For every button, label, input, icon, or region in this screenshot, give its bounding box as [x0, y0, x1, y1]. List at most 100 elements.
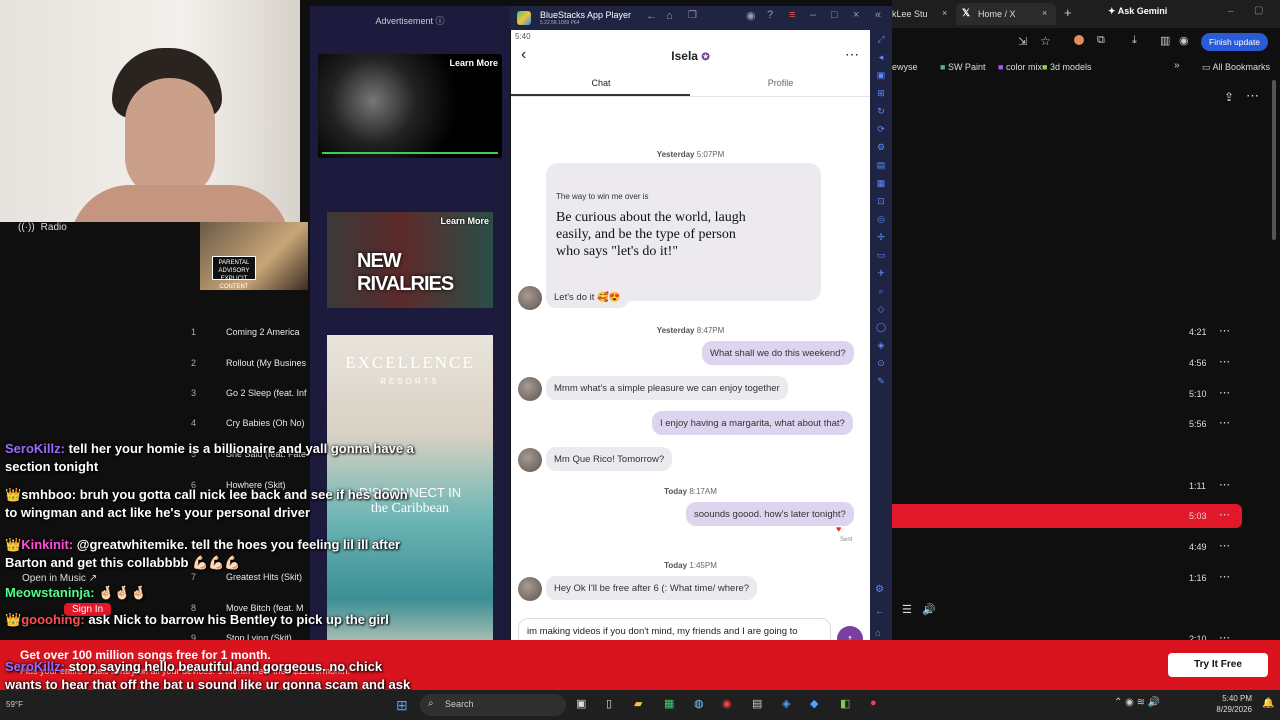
bookmarks-overflow-icon[interactable]: » — [1174, 60, 1180, 71]
app-icon[interactable]: ● — [870, 697, 877, 709]
windows-start-icon[interactable]: ⊞ — [396, 697, 408, 714]
contact-header[interactable]: Isela ✪ — [511, 49, 870, 63]
edit-icon[interactable]: ✎ — [877, 376, 885, 387]
volume-icon[interactable]: ◂ — [879, 52, 884, 63]
gamepad-icon[interactable]: ⊞ — [877, 88, 885, 99]
track-duration-row-selected[interactable]: 5:03 ⋯ — [892, 504, 1242, 528]
window-minimize-icon[interactable]: – — [1228, 6, 1234, 17]
trim-icon[interactable]: ◇ — [878, 304, 885, 315]
location-icon[interactable]: ◎ — [877, 214, 885, 225]
file-explorer-icon[interactable]: ▰ — [634, 697, 642, 710]
collapse-icon[interactable]: « — [875, 9, 881, 21]
keyboard-icon[interactable]: ▣ — [877, 70, 886, 81]
menu-icon[interactable]: ≡ — [789, 9, 795, 21]
browser-tab-active[interactable]: 𝕏 Home / X × — [956, 3, 1056, 25]
app-icon[interactable]: ◆ — [810, 697, 818, 710]
shake-icon[interactable]: ✢ — [877, 232, 885, 243]
track-duration-row[interactable]: 1:16 ⋯ — [892, 566, 1280, 590]
extension-icon[interactable] — [1074, 35, 1084, 45]
weather-widget[interactable]: 59°F — [6, 700, 23, 709]
ask-gemini-button[interactable]: ✦ Ask Gemini — [1108, 6, 1167, 17]
bookmark-item[interactable]: ■ 3d models — [1042, 62, 1091, 72]
notification-icon[interactable]: 🔔 — [1262, 698, 1274, 709]
ad-video-1[interactable]: Learn More — [318, 54, 502, 158]
install-app-icon[interactable]: ⇲ — [1018, 35, 1027, 48]
app-icon[interactable]: ◈ — [782, 697, 790, 710]
contact-avatar[interactable] — [518, 377, 542, 401]
layers-icon[interactable]: ◈ — [878, 340, 885, 351]
contact-avatar[interactable] — [518, 577, 542, 601]
learn-more-link[interactable]: Learn More — [449, 58, 498, 68]
record-icon[interactable]: ▦ — [877, 178, 886, 189]
clock-time[interactable]: 5:40 PM — [1208, 694, 1252, 703]
new-tab-icon[interactable]: + — [1064, 5, 1072, 20]
macro-icon[interactable]: ⚙ — [877, 142, 885, 153]
open-in-music-link[interactable]: Open in Music ↗ — [22, 573, 97, 584]
android-back-icon[interactable]: ← — [875, 606, 885, 617]
recent-apps-icon[interactable]: ❐ — [688, 10, 697, 21]
refresh-icon[interactable]: ⊙ — [877, 358, 885, 369]
finish-update-button[interactable]: Finish update — [1201, 33, 1269, 51]
extensions-icon[interactable]: ⧉ — [1097, 34, 1105, 47]
taskbar-search[interactable]: ⌕ Search — [420, 694, 566, 716]
android-home-icon[interactable]: ⌂ — [875, 628, 881, 639]
app-icon[interactable]: ▦ — [664, 697, 674, 710]
tab-close-icon[interactable]: × — [1042, 8, 1047, 18]
sidepanel-icon[interactable]: ▥ — [1160, 34, 1170, 47]
minimize-icon[interactable]: – — [810, 9, 816, 21]
app-icon[interactable]: ◍ — [694, 697, 704, 710]
window-restore-icon[interactable]: ▢ — [1254, 5, 1263, 16]
bookmark-item[interactable]: ■ SW Paint — [940, 62, 985, 72]
scrollbar[interactable] — [1272, 80, 1276, 240]
fullscreen-icon[interactable]: ⤢ — [877, 34, 884, 45]
tab-chat[interactable]: Chat — [511, 78, 691, 88]
calculator-icon[interactable]: ▤ — [752, 697, 762, 710]
more-menu-icon[interactable]: ⋯ — [1246, 88, 1259, 104]
task-view-icon[interactable]: ▣ — [576, 697, 586, 710]
ad-video-2[interactable]: Learn More NEW RIVALRIES — [327, 212, 493, 308]
maximize-icon[interactable]: □ — [831, 9, 838, 21]
track-duration-row[interactable]: 5:56 ⋯ — [892, 412, 1280, 436]
help-icon[interactable]: ? — [767, 9, 773, 21]
bluestacks-taskbar-icon[interactable]: ◧ — [840, 697, 850, 710]
back-icon[interactable]: ← — [646, 10, 657, 22]
close-icon[interactable]: × — [853, 9, 859, 21]
notepad-icon[interactable]: ▯ — [606, 697, 612, 710]
bookmark-item[interactable]: ewyse — [892, 62, 918, 72]
apk-icon[interactable]: ⊡ — [877, 196, 885, 207]
all-bookmarks[interactable]: ▭ All Bookmarks — [1202, 62, 1270, 73]
bookmark-star-icon[interactable]: ☆ — [1040, 34, 1051, 48]
tab-profile[interactable]: Profile — [691, 78, 870, 88]
track-duration-row[interactable]: 4:56 ⋯ — [892, 351, 1280, 375]
try-it-free-button[interactable]: Try It Free — [1168, 653, 1268, 677]
search-icon[interactable]: ⌕ — [878, 286, 883, 297]
eco-icon[interactable]: ✈ — [877, 268, 885, 279]
clock-date[interactable]: 8/29/2026 — [1200, 705, 1252, 714]
track-duration-row[interactable]: 4:21 ⋯ — [892, 320, 1280, 344]
track-duration-row[interactable]: 1:11 ⋯ — [892, 474, 1280, 498]
queue-icon[interactable]: ☰ — [902, 603, 912, 616]
learn-more-link[interactable]: Learn More — [440, 216, 489, 226]
share-icon[interactable]: ⇪ — [1224, 90, 1234, 104]
account-icon[interactable]: ◉ — [746, 9, 756, 22]
track-duration-row[interactable]: 4:49 ⋯ — [892, 535, 1280, 559]
tab-close-icon[interactable]: × — [942, 8, 947, 18]
profile-avatar-icon[interactable]: ◉ — [1179, 34, 1189, 47]
pin-icon[interactable]: ◯ — [876, 322, 886, 333]
download-icon[interactable]: ⤓ — [1132, 34, 1137, 47]
home-icon[interactable]: ⌂ — [666, 10, 673, 22]
settings-icon[interactable]: ⚙ — [875, 584, 884, 595]
contact-avatar[interactable] — [518, 448, 542, 472]
volume-icon[interactable]: 🔊 — [922, 603, 936, 616]
radio-link[interactable]: ((·)) Radio — [18, 222, 67, 233]
browser-tab[interactable]: kLee Stu — [892, 9, 928, 19]
contact-avatar[interactable] — [518, 286, 542, 310]
more-options-icon[interactable]: ⋯ — [845, 46, 859, 63]
bookmark-item[interactable]: ■ color mix — [998, 62, 1042, 72]
rotate-icon[interactable]: ↻ — [877, 106, 885, 117]
media-folder-icon[interactable]: ▭ — [877, 250, 886, 261]
track-duration-row[interactable]: 5:10 ⋯ — [892, 382, 1280, 406]
sync-icon[interactable]: ⟳ — [877, 124, 885, 135]
screenshot-icon[interactable]: ▤ — [877, 160, 886, 171]
chrome-icon[interactable]: ◉ — [722, 697, 732, 710]
